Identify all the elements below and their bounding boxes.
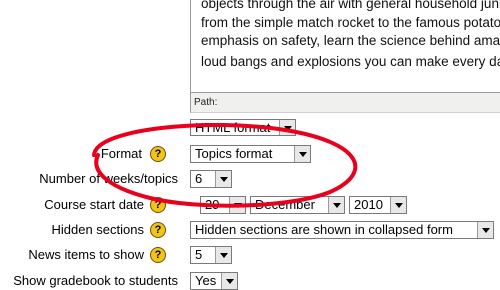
- hiddensections-value: Hidden sections are shown in collapsed f…: [195, 222, 453, 237]
- startdate-label: Course start date: [44, 197, 144, 212]
- editor-text-line: emphasis on safety, learn the science be…: [201, 33, 500, 48]
- chevron-down-icon: [279, 120, 295, 135]
- path-label: Path:: [194, 97, 218, 108]
- editor-text-line: loud bangs and explosions you can make e…: [201, 54, 500, 69]
- numsections-select[interactable]: 6: [190, 170, 232, 188]
- chevron-down-icon: [390, 197, 406, 213]
- hiddensections-help-icon[interactable]: ?: [150, 222, 166, 238]
- chevron-down-icon: [229, 197, 245, 213]
- gradebook-label: Show gradebook to students: [13, 273, 178, 288]
- editor-text-line: objects through the air with general hou…: [201, 0, 500, 11]
- startdate-month-select[interactable]: December: [250, 196, 345, 214]
- startdate-year-value: 2010: [354, 197, 383, 212]
- newsitems-help-icon[interactable]: ?: [150, 247, 166, 263]
- numsections-value: 6: [195, 171, 203, 186]
- format-label: Format: [100, 146, 142, 161]
- chevron-down-icon: [294, 146, 310, 162]
- html-format-select[interactable]: HTML format: [190, 119, 296, 136]
- editor-path-bar: Path:: [190, 93, 500, 113]
- numsections-label: Number of weeks/topics: [39, 171, 178, 186]
- format-select[interactable]: Topics format: [190, 145, 311, 163]
- format-value: Topics format: [195, 146, 273, 161]
- startdate-day-value: 29: [205, 197, 220, 212]
- chevron-down-icon: [215, 247, 231, 263]
- startdate-month-value: December: [255, 197, 315, 212]
- newsitems-select[interactable]: 5: [190, 246, 232, 264]
- startdate-day-select[interactable]: 29: [200, 196, 246, 214]
- editor-text-line: from the simple match rocket to the famo…: [201, 15, 500, 30]
- gradebook-select[interactable]: Yes: [190, 272, 238, 290]
- startdate-help-icon[interactable]: ?: [150, 197, 166, 213]
- chevron-down-icon: [328, 197, 344, 213]
- hiddensections-select[interactable]: Hidden sections are shown in collapsed f…: [190, 221, 494, 239]
- startdate-year-select[interactable]: 2010: [349, 196, 407, 214]
- chevron-down-icon: [477, 222, 493, 238]
- hiddensections-label: Hidden sections: [51, 222, 145, 237]
- format-help-icon[interactable]: ?: [150, 146, 166, 162]
- chevron-down-icon: [221, 273, 237, 289]
- newsitems-value: 5: [195, 247, 203, 262]
- html-format-value: HTML format: [195, 120, 271, 135]
- newsitems-label: News items to show: [28, 247, 144, 262]
- summary-editor[interactable]: objects through the air with general hou…: [190, 0, 500, 93]
- chevron-down-icon: [215, 171, 231, 187]
- gradebook-value: Yes: [195, 273, 217, 288]
